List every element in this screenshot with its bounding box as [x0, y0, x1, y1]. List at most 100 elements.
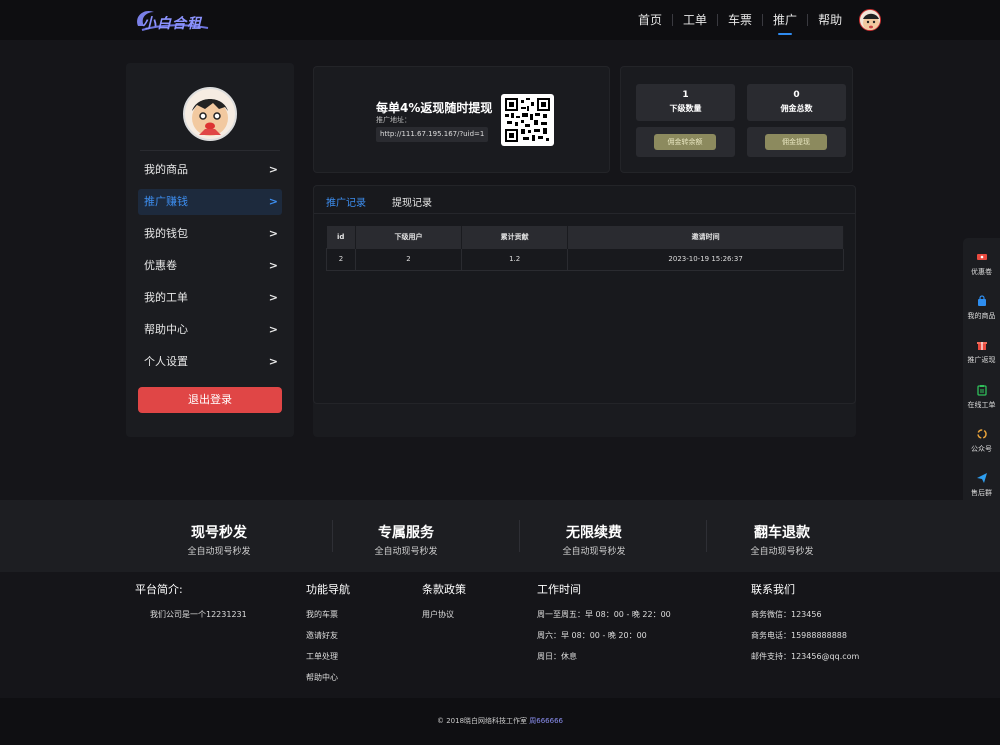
sidebar-item-coupons[interactable]: 优惠卷 >: [138, 253, 282, 279]
footer-heading: 条款政策: [422, 583, 466, 596]
sidebar-item-help[interactable]: 帮助中心 >: [138, 317, 282, 343]
transfer-to-balance-button[interactable]: 佣金转余额: [654, 134, 716, 150]
footer-contact-line: 商务微信：123456: [751, 610, 822, 619]
feature-item: 无限续费 全自动现号秒发: [524, 522, 664, 557]
column-header: 累计贡献: [461, 226, 569, 248]
feature-divider: [332, 520, 333, 552]
quick-item-label: 公众号: [971, 445, 992, 453]
feature-title: 翻车退款: [754, 525, 810, 541]
footer-about: 平台简介: 我们公司是一个12231231: [135, 581, 247, 630]
tab-withdraw-records[interactable]: 提现记录: [392, 194, 432, 209]
chevron-right-icon: >: [268, 163, 278, 176]
site-logo[interactable]: 小白合租: [132, 6, 212, 34]
wechat-icon: [976, 429, 987, 439]
column-header: id: [326, 226, 356, 248]
nav-help[interactable]: 帮助: [808, 12, 852, 28]
footer-nav: 功能导航 我的车票 邀请好友 工单处理 帮助中心: [306, 581, 350, 693]
sidebar-item-label: 我的工单: [144, 291, 188, 304]
telegram-icon: [976, 473, 987, 483]
footer-link-ticket-handling[interactable]: 工单处理: [306, 651, 350, 672]
sub-count-label: 下级数量: [669, 104, 702, 113]
footer-link-help[interactable]: 帮助中心: [306, 672, 350, 693]
avatar-face-icon: [192, 99, 228, 136]
footer-contact-line: 邮件支持：123456@qq.com: [751, 652, 860, 661]
stats-card: 1 下级数量 0 佣金总数 佣金转余额 佣金提现: [620, 66, 853, 173]
sidebar-item-settings[interactable]: 个人设置 >: [138, 349, 282, 375]
promo-url-label: 推广地址：: [376, 116, 411, 124]
tabs-divider: [314, 213, 855, 214]
table-cell: 2: [326, 247, 356, 271]
column-header: 邀请时间: [567, 226, 844, 248]
footer-hours: 工作时间 周一至周五：早 08：00 - 晚 22：00 周六：早 08：00 …: [537, 581, 671, 672]
footer-hours-line: 周一至周五：早 08：00 - 晚 22：00: [537, 610, 671, 619]
feature-title: 无限续费: [566, 525, 622, 541]
nav-home[interactable]: 首页: [628, 12, 672, 28]
nav-tickets[interactable]: 工单: [673, 12, 717, 28]
feature-title: 现号秒发: [191, 525, 247, 541]
table-row: 2 2 1.2 2023-10-19 15:26:37: [326, 247, 844, 271]
copyright-bar: © 2018晓白网络科技工作室 周666666: [0, 698, 1000, 745]
footer-heading: 工作时间: [537, 583, 581, 596]
sidebar-item-label: 帮助中心: [144, 323, 188, 336]
quick-item-label: 我的商品: [967, 312, 996, 320]
top-navbar: 小白合租 首页 工单 车票 推广 帮助: [0, 0, 1000, 40]
sidebar-divider: [140, 150, 280, 151]
footer-policy: 条款政策 用户协议: [422, 581, 466, 630]
quick-item-label: 推广返现: [967, 356, 996, 364]
quick-promo-cashback[interactable]: 推广返现: [963, 339, 1000, 365]
footer-link-user-agreement[interactable]: 用户协议: [422, 609, 466, 630]
feature-subtitle: 全自动现号秒发: [750, 547, 814, 557]
footer-contact-line: 商务电话：15988888888: [751, 631, 847, 640]
quick-coupons[interactable]: 优惠卷: [963, 251, 1000, 277]
footer-link-my-tickets[interactable]: 我的车票: [306, 609, 350, 630]
feature-item: 专属服务 全自动现号秒发: [336, 522, 476, 557]
main-nav: 首页 工单 车票 推广 帮助: [628, 12, 852, 35]
nav-car[interactable]: 车票: [718, 12, 762, 28]
quick-official-account[interactable]: 公众号: [963, 428, 1000, 454]
records-tabs: 推广记录 提现记录: [326, 194, 458, 209]
sidebar-item-wallet[interactable]: 我的钱包 >: [138, 221, 282, 247]
feature-subtitle: 全自动现号秒发: [562, 547, 626, 557]
chevron-right-icon: >: [268, 227, 278, 240]
column-header: 下级用户: [355, 226, 463, 248]
promo-url-field[interactable]: http://111.67.195.167/?uid=1: [376, 127, 488, 142]
footer-contact: 联系我们 商务微信：123456 商务电话：15988888888 邮件支持：1…: [751, 581, 859, 672]
quick-aftersale-group[interactable]: 售后群: [963, 472, 1000, 498]
commission-label: 佣金总数: [780, 104, 813, 113]
sidebar-item-label: 个人设置: [144, 355, 188, 368]
footer-heading: 联系我们: [751, 583, 795, 596]
quick-online-ticket[interactable]: 在线工单: [963, 384, 1000, 410]
sidebar-item-label: 推广赚钱: [144, 195, 188, 208]
sidebar-item-promote[interactable]: 推广赚钱 >: [138, 189, 282, 215]
qq-link[interactable]: 周666666: [529, 717, 563, 725]
withdraw-button[interactable]: 佣金提现: [765, 134, 827, 150]
footer-link-invite[interactable]: 邀请好友: [306, 630, 350, 651]
records-panel: 推广记录 提现记录 id 下级用户 累计贡献 邀请时间 2 2 1.2 2023…: [313, 185, 856, 404]
records-card: 推广记录 提现记录 id 下级用户 累计贡献 邀请时间 2 2 1.2 2023…: [313, 185, 856, 437]
user-sidebar: 我的商品 > 推广赚钱 > 我的钱包 > 优惠卷 > 我的工单 > 帮助中心 >…: [126, 63, 294, 437]
sidebar-menu: 我的商品 > 推广赚钱 > 我的钱包 > 优惠卷 > 我的工单 > 帮助中心 >…: [138, 157, 282, 381]
promo-title: 每单4%返现随时提现: [376, 101, 493, 115]
logo-text: 小白合租: [142, 16, 202, 32]
quick-products[interactable]: 我的商品: [963, 295, 1000, 321]
footer-about-text: 我们公司是一个12231231: [150, 610, 247, 619]
profile-avatar: [183, 87, 237, 141]
gift-icon: [976, 342, 987, 350]
user-avatar[interactable]: [859, 9, 881, 31]
tab-promo-records[interactable]: 推广记录: [326, 194, 366, 209]
sidebar-item-my-products[interactable]: 我的商品 >: [138, 157, 282, 183]
table-header-row: id 下级用户 累计贡献 邀请时间: [326, 226, 844, 248]
copyright-text: © 2018晓白网络科技工作室: [436, 717, 528, 725]
table-cell: 2: [354, 247, 463, 271]
logout-button[interactable]: 退出登录: [138, 387, 282, 413]
site-footer: 平台简介: 我们公司是一个12231231 功能导航 我的车票 邀请好友 工单处…: [0, 572, 1000, 698]
quick-item-label: 优惠卷: [971, 268, 992, 276]
feature-subtitle: 全自动现号秒发: [374, 547, 438, 557]
avatar-face-icon: [863, 13, 879, 30]
nav-promote[interactable]: 推广: [763, 12, 807, 35]
features-strip: 现号秒发 全自动现号秒发 专属服务 全自动现号秒发 无限续费 全自动现号秒发 翻…: [0, 500, 1000, 572]
feature-item: 翻车退款 全自动现号秒发: [712, 522, 852, 557]
bag-icon: [977, 295, 986, 306]
sidebar-item-tickets[interactable]: 我的工单 >: [138, 285, 282, 311]
feature-title: 专属服务: [378, 525, 434, 541]
